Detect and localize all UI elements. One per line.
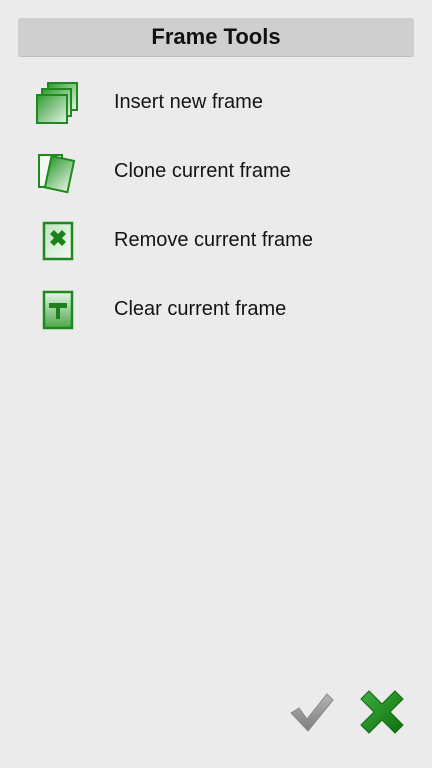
checkmark-icon (289, 691, 335, 733)
dialog-title: Frame Tools (151, 24, 281, 49)
cancel-button[interactable] (358, 688, 406, 736)
clone-frame-icon (34, 148, 82, 196)
menu-item-label: Insert new frame (114, 91, 263, 113)
confirm-button[interactable] (288, 688, 336, 736)
clear-frame-icon (34, 286, 82, 334)
menu-item-clear-frame[interactable]: Clear current frame (0, 275, 432, 344)
menu-item-label: Remove current frame (114, 229, 313, 251)
menu-item-insert-frame[interactable]: Insert new frame (0, 68, 432, 137)
menu-item-label: Clone current frame (114, 160, 291, 182)
dialog-actions (288, 688, 406, 736)
insert-frame-icon (34, 79, 82, 127)
remove-frame-icon (34, 217, 82, 265)
menu-item-remove-frame[interactable]: Remove current frame (0, 206, 432, 275)
frame-tools-menu: Insert new frame Clone current frame Rem… (0, 68, 432, 344)
dialog-title-bar: Frame Tools (18, 18, 414, 57)
close-icon (359, 689, 405, 735)
menu-item-label: Clear current frame (114, 298, 287, 320)
menu-item-clone-frame[interactable]: Clone current frame (0, 137, 432, 206)
